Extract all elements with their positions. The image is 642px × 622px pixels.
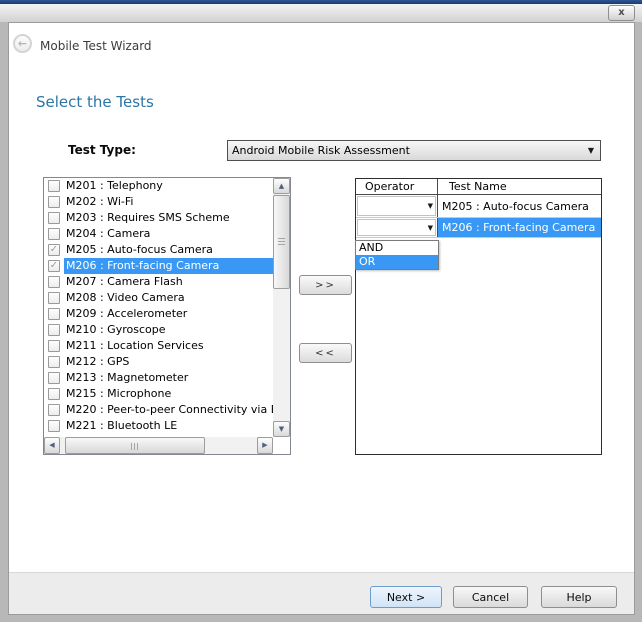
list-item[interactable]: M203 : Requires SMS Scheme: [44, 210, 273, 226]
checkbox[interactable]: [48, 228, 60, 240]
list-item-label: M203 : Requires SMS Scheme: [64, 210, 273, 226]
test-type-label: Test Type:: [68, 143, 136, 157]
column-header-operator: Operator: [356, 179, 438, 194]
list-item[interactable]: ✓ M206 : Front-facing Camera: [44, 258, 273, 274]
list-item-label: M209 : Accelerometer: [64, 306, 273, 322]
operator-dropdown-list: ANDOR: [355, 240, 439, 270]
remove-tests-button[interactable]: <<: [299, 343, 352, 363]
table-header: Operator Test Name: [356, 179, 601, 195]
list-item[interactable]: M208 : Video Camera: [44, 290, 273, 306]
list-item[interactable]: M221 : Bluetooth LE: [44, 418, 273, 434]
list-item-label: M205 : Auto-focus Camera: [64, 242, 273, 258]
available-tests-list: M201 : Telephony M202 : Wi-Fi M203 : Req…: [44, 178, 273, 437]
operator-cell[interactable]: ▼: [356, 218, 438, 237]
back-icon: ←: [18, 38, 27, 49]
column-header-test-name: Test Name: [438, 179, 601, 194]
list-item-label: M212 : GPS: [64, 354, 273, 370]
wizard-title: Mobile Test Wizard: [40, 39, 152, 53]
chevron-down-icon: ▼: [582, 146, 600, 155]
list-item-label: M211 : Location Services: [64, 338, 273, 354]
scroll-up-button[interactable]: ▲: [273, 178, 290, 194]
scroll-left-button[interactable]: ◀: [44, 437, 60, 454]
operator-cell[interactable]: ▼: [356, 195, 438, 217]
list-item-label: M201 : Telephony: [64, 178, 273, 194]
selected-tests-table: Operator Test Name ▼ M205 : Auto-focus C…: [355, 178, 602, 455]
checkbox[interactable]: ✓: [48, 244, 60, 256]
list-item[interactable]: M207 : Camera Flash: [44, 274, 273, 290]
list-item-label: M220 : Peer-to-peer Connectivity via Blu…: [64, 402, 273, 418]
checkbox[interactable]: [48, 196, 60, 208]
list-item-label: M208 : Video Camera: [64, 290, 273, 306]
list-item-label: M206 : Front-facing Camera: [64, 258, 273, 274]
chevron-down-icon[interactable]: ▼: [428, 224, 433, 232]
horizontal-scrollbar-thumb[interactable]: [65, 437, 205, 454]
list-item[interactable]: M209 : Accelerometer: [44, 306, 273, 322]
test-name-cell[interactable]: M205 : Auto-focus Camera: [438, 195, 601, 217]
list-item[interactable]: M204 : Camera: [44, 226, 273, 242]
page-title: Select the Tests: [36, 93, 154, 111]
checkbox[interactable]: [48, 420, 60, 432]
list-item[interactable]: M220 : Peer-to-peer Connectivity via Blu…: [44, 402, 273, 418]
checkbox[interactable]: ✓: [48, 260, 60, 272]
checkbox[interactable]: [48, 356, 60, 368]
arrow-up-icon: ▲: [279, 183, 284, 190]
close-icon: x: [618, 8, 624, 18]
operator-option[interactable]: OR: [356, 255, 438, 269]
list-item[interactable]: M211 : Location Services: [44, 338, 273, 354]
available-tests-listbox: M201 : Telephony M202 : Wi-Fi M203 : Req…: [43, 177, 291, 455]
scroll-down-button[interactable]: ▼: [273, 421, 290, 437]
checkbox[interactable]: [48, 308, 60, 320]
screen: x ← Mobile Test Wizard Select the Tests …: [0, 0, 642, 622]
checkbox[interactable]: [48, 292, 60, 304]
table-row: ▼ M205 : Auto-focus Camera: [356, 195, 601, 218]
list-item-label: M221 : Bluetooth LE: [64, 418, 273, 434]
list-item-label: M213 : Magnetometer: [64, 370, 273, 386]
list-item-label: M207 : Camera Flash: [64, 274, 273, 290]
cancel-button[interactable]: Cancel: [453, 586, 528, 608]
list-item-label: M202 : Wi-Fi: [64, 194, 273, 210]
checkbox[interactable]: [48, 212, 60, 224]
checkbox[interactable]: [48, 340, 60, 352]
scroll-right-button[interactable]: ▶: [257, 437, 273, 454]
add-tests-button[interactable]: >>: [299, 275, 352, 295]
list-item-label: M204 : Camera: [64, 226, 273, 242]
operator-option[interactable]: AND: [356, 241, 438, 255]
checkbox[interactable]: [48, 276, 60, 288]
back-button[interactable]: ←: [13, 34, 32, 53]
list-item[interactable]: M201 : Telephony: [44, 178, 273, 194]
checkbox[interactable]: [48, 388, 60, 400]
list-item-label: M215 : Microphone: [64, 386, 273, 402]
test-type-select[interactable]: Android Mobile Risk Assessment ▼: [227, 140, 601, 161]
test-type-value: Android Mobile Risk Assessment: [228, 144, 582, 157]
list-item-label: M210 : Gyroscope: [64, 322, 273, 338]
wizard-dialog: ← Mobile Test Wizard Select the Tests Te…: [8, 22, 635, 615]
table-body: ▼ M205 : Auto-focus Camera ▼ M206 : Fron…: [356, 195, 601, 238]
list-item[interactable]: M212 : GPS: [44, 354, 273, 370]
list-item[interactable]: ✓ M205 : Auto-focus Camera: [44, 242, 273, 258]
horizontal-scrollbar[interactable]: ◀ ▶: [44, 437, 273, 454]
arrow-left-icon: ◀: [49, 442, 54, 449]
close-button[interactable]: x: [608, 5, 635, 21]
list-item[interactable]: M213 : Magnetometer: [44, 370, 273, 386]
test-name-cell[interactable]: M206 : Front-facing Camera: [438, 218, 601, 237]
table-row: ▼ M206 : Front-facing Camera: [356, 218, 601, 238]
arrow-right-icon: ▶: [262, 442, 267, 449]
checkbox[interactable]: [48, 404, 60, 416]
checkbox[interactable]: [48, 324, 60, 336]
checkbox[interactable]: [48, 372, 60, 384]
arrow-down-icon: ▼: [279, 426, 284, 433]
next-button[interactable]: Next >: [370, 586, 442, 608]
list-item[interactable]: M210 : Gyroscope: [44, 322, 273, 338]
list-item[interactable]: M202 : Wi-Fi: [44, 194, 273, 210]
footer: Next > Cancel Help: [9, 572, 634, 614]
help-button[interactable]: Help: [541, 586, 617, 608]
vertical-scrollbar-thumb[interactable]: [273, 195, 290, 289]
window-titlebar: x: [0, 4, 642, 22]
vertical-scrollbar[interactable]: ▲ ▼: [273, 178, 290, 437]
checkbox[interactable]: [48, 180, 60, 192]
list-item[interactable]: M215 : Microphone: [44, 386, 273, 402]
chevron-down-icon[interactable]: ▼: [428, 202, 433, 210]
